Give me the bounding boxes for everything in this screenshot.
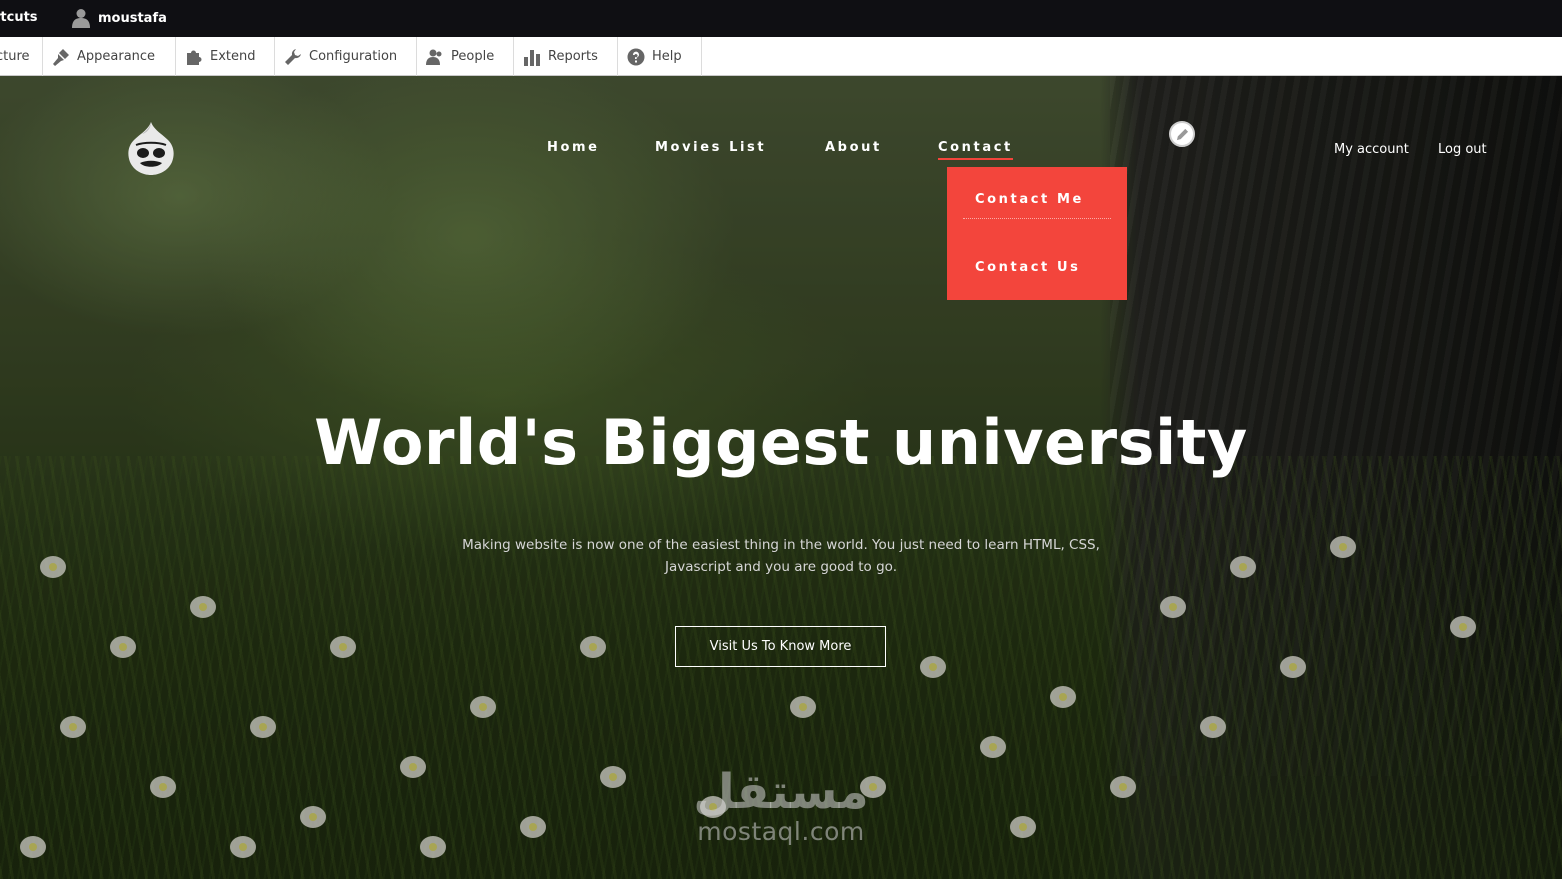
contact-dropdown-menu: Contact Me Contact Us bbox=[947, 167, 1127, 300]
tray-label: Appearance bbox=[77, 49, 156, 64]
hero-tagline: Making website is now one of the easiest… bbox=[431, 534, 1131, 578]
tray-label: People bbox=[451, 49, 495, 64]
puzzle-icon bbox=[187, 50, 202, 65]
dropdown-item-contact-us[interactable]: Contact Us bbox=[975, 260, 1080, 275]
drupal-logo-icon[interactable] bbox=[126, 120, 176, 176]
admin-tray: cture Appearance Extend Configuration Pe… bbox=[0, 37, 1562, 76]
tray-item-appearance[interactable]: Appearance bbox=[43, 37, 176, 76]
nav-movies-list[interactable]: Movies List bbox=[655, 140, 766, 155]
tray-label: Configuration bbox=[309, 49, 398, 64]
dropdown-item-contact-me[interactable]: Contact Me bbox=[975, 192, 1084, 207]
user-icon bbox=[72, 9, 90, 28]
watermark-arabic: مستقل bbox=[693, 764, 869, 820]
hero-section: Home Movies List About Contact My accoun… bbox=[0, 76, 1562, 879]
hero-tagline-line2: Javascript and you are good to go. bbox=[664, 559, 897, 575]
hero-headline: World's Biggest university bbox=[314, 406, 1248, 479]
my-account-link[interactable]: My account bbox=[1334, 142, 1409, 157]
pencil-icon bbox=[1176, 128, 1188, 140]
tray-item-reports[interactable]: Reports bbox=[514, 37, 618, 76]
tray-item-people[interactable]: People bbox=[417, 37, 514, 76]
bar-chart-icon bbox=[524, 49, 540, 66]
tray-label: cture bbox=[0, 49, 30, 64]
dropdown-divider bbox=[963, 218, 1111, 219]
tray-item-configuration[interactable]: Configuration bbox=[275, 37, 417, 76]
tray-item-extend[interactable]: Extend bbox=[176, 37, 275, 76]
edit-contextual-button[interactable] bbox=[1169, 121, 1195, 147]
tray-label: Reports bbox=[548, 49, 598, 64]
tray-label: Help bbox=[652, 49, 682, 64]
paintbrush-icon bbox=[53, 48, 69, 66]
watermark-latin: mostaql.com bbox=[697, 817, 865, 846]
nav-contact[interactable]: Contact bbox=[938, 140, 1013, 160]
tray-label: Extend bbox=[210, 49, 256, 64]
user-menu[interactable]: moustafa bbox=[72, 8, 167, 28]
wrench-icon bbox=[285, 48, 301, 65]
admin-toolbar: rtcuts moustafa bbox=[0, 0, 1562, 37]
tray-item-structure[interactable]: cture bbox=[0, 37, 43, 76]
shortcuts-link[interactable]: rtcuts bbox=[0, 10, 38, 25]
people-icon bbox=[426, 49, 442, 65]
mostaql-watermark: مستقل mostaql.com bbox=[686, 766, 876, 846]
hero-tagline-line1: Making website is now one of the easiest… bbox=[462, 537, 1100, 553]
question-icon bbox=[627, 48, 645, 65]
nav-about[interactable]: About bbox=[825, 140, 882, 155]
tray-item-help[interactable]: Help bbox=[618, 37, 702, 76]
username: moustafa bbox=[98, 10, 167, 26]
logout-link[interactable]: Log out bbox=[1438, 142, 1487, 157]
visit-us-button[interactable]: Visit Us To Know More bbox=[675, 626, 886, 667]
nav-home[interactable]: Home bbox=[547, 140, 600, 155]
